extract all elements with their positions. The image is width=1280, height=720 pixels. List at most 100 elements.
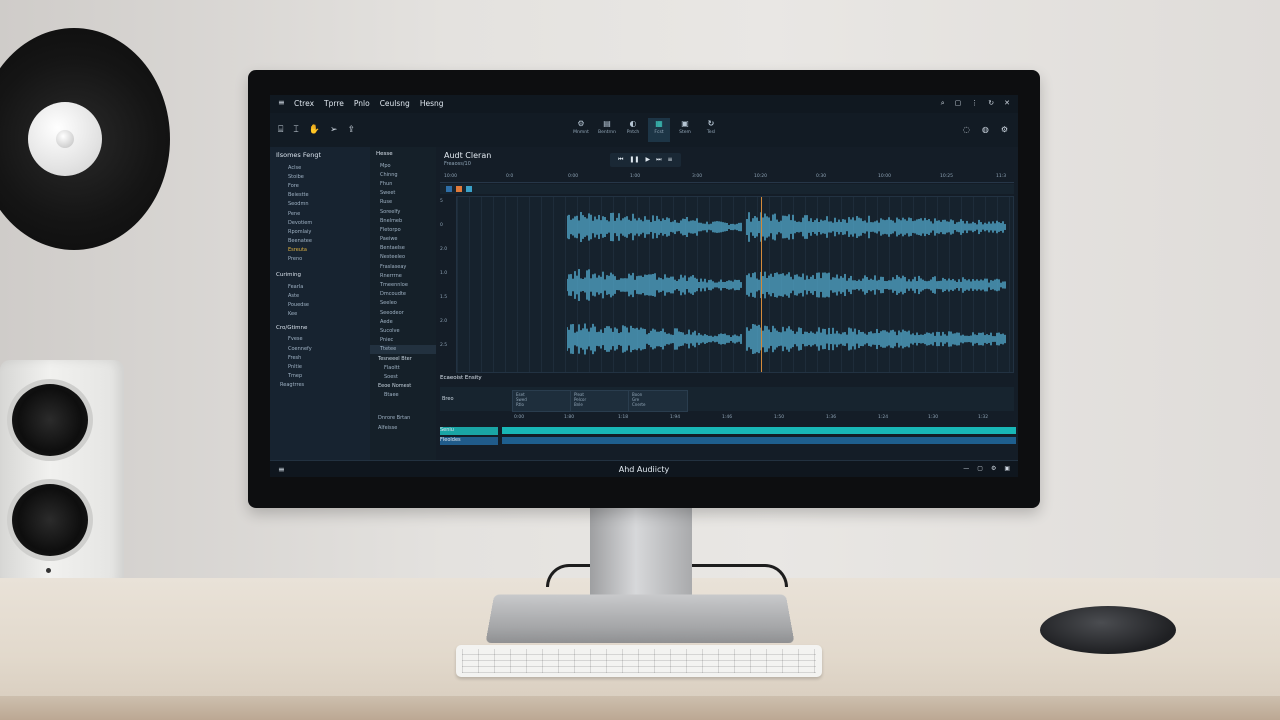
lane-label[interactable]: Fleoldes xyxy=(440,437,498,445)
browser-item[interactable]: Soest xyxy=(370,372,436,381)
menu-item[interactable]: Hesng xyxy=(420,99,444,108)
waveform-area[interactable] xyxy=(456,196,1014,373)
refresh-icon[interactable]: ↻ xyxy=(988,99,994,108)
axis-label: 1.5 xyxy=(440,295,448,300)
close-icon[interactable]: ▣ xyxy=(1004,465,1010,472)
track-color-cyan[interactable] xyxy=(466,186,472,192)
sidebar-item[interactable]: Fresh xyxy=(270,353,370,362)
browser-item[interactable]: Paeiwe xyxy=(370,235,436,244)
browser-item[interactable]: Seeleo xyxy=(370,299,436,308)
browser-item[interactable]: Bnelmeb xyxy=(370,216,436,225)
lane-clip-1[interactable] xyxy=(502,427,1016,434)
browser-item[interactable]: Pniec xyxy=(370,336,436,345)
browser-item[interactable]: Btaee xyxy=(370,391,436,400)
track-color-blue[interactable] xyxy=(446,186,452,192)
browser-item[interactable]: Dmcoudte xyxy=(370,290,436,299)
sync-icon[interactable]: ◍ xyxy=(982,125,989,134)
search-icon[interactable]: ⌕ xyxy=(941,99,945,108)
sidebar-item[interactable]: Kee xyxy=(270,310,370,319)
sidebar-item[interactable]: Pouedse xyxy=(270,300,370,309)
pin-icon[interactable]: ⋮ xyxy=(971,99,978,108)
sidebar-item[interactable]: Fearla xyxy=(270,282,370,291)
browser-item[interactable]: Ruse xyxy=(370,198,436,207)
browser-item[interactable]: Aede xyxy=(370,317,436,326)
sidebar-item[interactable]: Aclse xyxy=(270,163,370,172)
lane-label[interactable]: Seniu xyxy=(440,427,498,435)
track-color-orange[interactable] xyxy=(456,186,462,192)
menu-item[interactable]: Pnlo xyxy=(354,99,370,108)
browser-item[interactable]: Fhun xyxy=(370,179,436,188)
browser-item[interactable]: Chinng xyxy=(370,170,436,179)
close-icon[interactable]: ✕ xyxy=(1004,99,1010,108)
sidebar-item[interactable]: Preno xyxy=(270,255,370,264)
rewind-button[interactable]: ⏮ xyxy=(618,156,623,164)
sidebar-item[interactable]: Seodmn xyxy=(270,200,370,209)
hand-icon[interactable]: ✋ xyxy=(309,125,320,135)
menu-item[interactable]: Ceulsng xyxy=(380,99,410,108)
tool-button-pntch[interactable]: ◐ Pntch xyxy=(622,118,644,142)
browser-item[interactable]: Sweet xyxy=(370,189,436,198)
share-icon[interactable]: ⇪ xyxy=(348,125,356,135)
browser-item[interactable]: Nesteeleo xyxy=(370,253,436,262)
lane-clip-2[interactable] xyxy=(502,437,1016,444)
browser-item[interactable]: Sucolve xyxy=(370,326,436,335)
send-icon[interactable]: ➢ xyxy=(330,125,338,135)
sidebar-item[interactable]: Beenatee xyxy=(270,237,370,246)
browser-panel: Hesse Mpo Chinng Fhun Sweet Ruse Soreelf… xyxy=(370,147,437,460)
play-button[interactable]: ▶ xyxy=(645,156,650,164)
tool-button-stem[interactable]: ▣ Stem xyxy=(674,118,696,142)
sidebar-footer-item[interactable]: Reagtrres xyxy=(270,381,370,390)
browser-item[interactable]: Fletorpo xyxy=(370,225,436,234)
effect-slot[interactable]: Eset Swed Rtlo xyxy=(512,390,572,412)
help-icon[interactable]: ◌ xyxy=(963,125,970,134)
mouse xyxy=(1040,606,1176,654)
minimize-icon[interactable]: — xyxy=(963,465,969,472)
sidebar-item[interactable]: Tmep xyxy=(270,372,370,381)
pause-button[interactable]: ❚❚ xyxy=(629,156,639,164)
sidebar-item[interactable]: Beiestte xyxy=(270,191,370,200)
monitor-stand-base xyxy=(485,594,795,644)
effect-slot[interactable]: Pleat Pelcor Bnle xyxy=(570,390,630,412)
sidebar-item[interactable]: Fore xyxy=(270,181,370,190)
browser-footer-item[interactable]: Dnrore Brtan xyxy=(370,414,436,423)
sidebar-item[interactable]: Pnltie xyxy=(270,362,370,371)
settings-icon[interactable]: ⚙ xyxy=(1001,125,1008,134)
cut-icon[interactable]: ⌶ xyxy=(293,125,298,135)
menu-item[interactable]: Ctrex xyxy=(294,99,314,108)
browser-item[interactable]: Tmeennloe xyxy=(370,280,436,289)
ruler-tick: 3:00 xyxy=(692,174,703,179)
open-icon[interactable]: ⌸ xyxy=(278,125,283,135)
menu-item[interactable]: Tprre xyxy=(324,99,344,108)
menu-button[interactable]: ≡ xyxy=(668,156,673,164)
browser-item[interactable]: Seeodeor xyxy=(370,308,436,317)
sidebar-item[interactable]: Devotiem xyxy=(270,218,370,227)
browser-item[interactable]: Fraslaseay xyxy=(370,262,436,271)
tool-button-fcst[interactable]: ▦ Fcst xyxy=(648,118,670,142)
playhead[interactable] xyxy=(761,197,762,372)
window-icon[interactable]: ▢ xyxy=(955,99,962,108)
sidebar-item[interactable]: Pene xyxy=(270,209,370,218)
browser-footer-item[interactable]: Alfeisse xyxy=(370,423,436,432)
browser-group-title[interactable]: Tesneeel Bter xyxy=(370,354,436,363)
browser-item-selected[interactable]: Ttetee xyxy=(370,344,436,354)
app-menu-icon[interactable]: ≡ xyxy=(278,99,286,107)
sidebar-item[interactable]: Aste xyxy=(270,291,370,300)
sidebar-item[interactable]: Stoibe xyxy=(270,172,370,181)
browser-item[interactable]: Flaoltt xyxy=(370,363,436,372)
tool-button-bentrnn[interactable]: ▤ Bentrnn xyxy=(596,118,618,142)
sidebar-item[interactable]: Rpomlaiy xyxy=(270,227,370,236)
browser-group-title[interactable]: Eeoe Nomest xyxy=(370,382,436,391)
sidebar-item[interactable]: Coennefy xyxy=(270,344,370,353)
browser-item[interactable]: Soreelfy xyxy=(370,207,436,216)
sidebar-item[interactable]: Fvese xyxy=(270,335,370,344)
browser-item[interactable]: Mpo xyxy=(370,161,436,170)
browser-item[interactable]: Rnerrrne xyxy=(370,271,436,280)
tool-button-tesl[interactable]: ↻ Tesl xyxy=(700,118,722,142)
effect-slot[interactable]: Boon Gre Cnerte xyxy=(628,390,688,412)
forward-button[interactable]: ⏭ xyxy=(656,156,661,164)
sidebar-item[interactable]: Esreuta xyxy=(270,246,370,255)
maximize-icon[interactable]: ▢ xyxy=(977,465,983,472)
browser-item[interactable]: Bentaelse xyxy=(370,244,436,253)
tool-button-mnmnt[interactable]: ⚙ Mnmnt xyxy=(570,118,592,142)
settings-icon[interactable]: ⚙ xyxy=(991,465,996,472)
